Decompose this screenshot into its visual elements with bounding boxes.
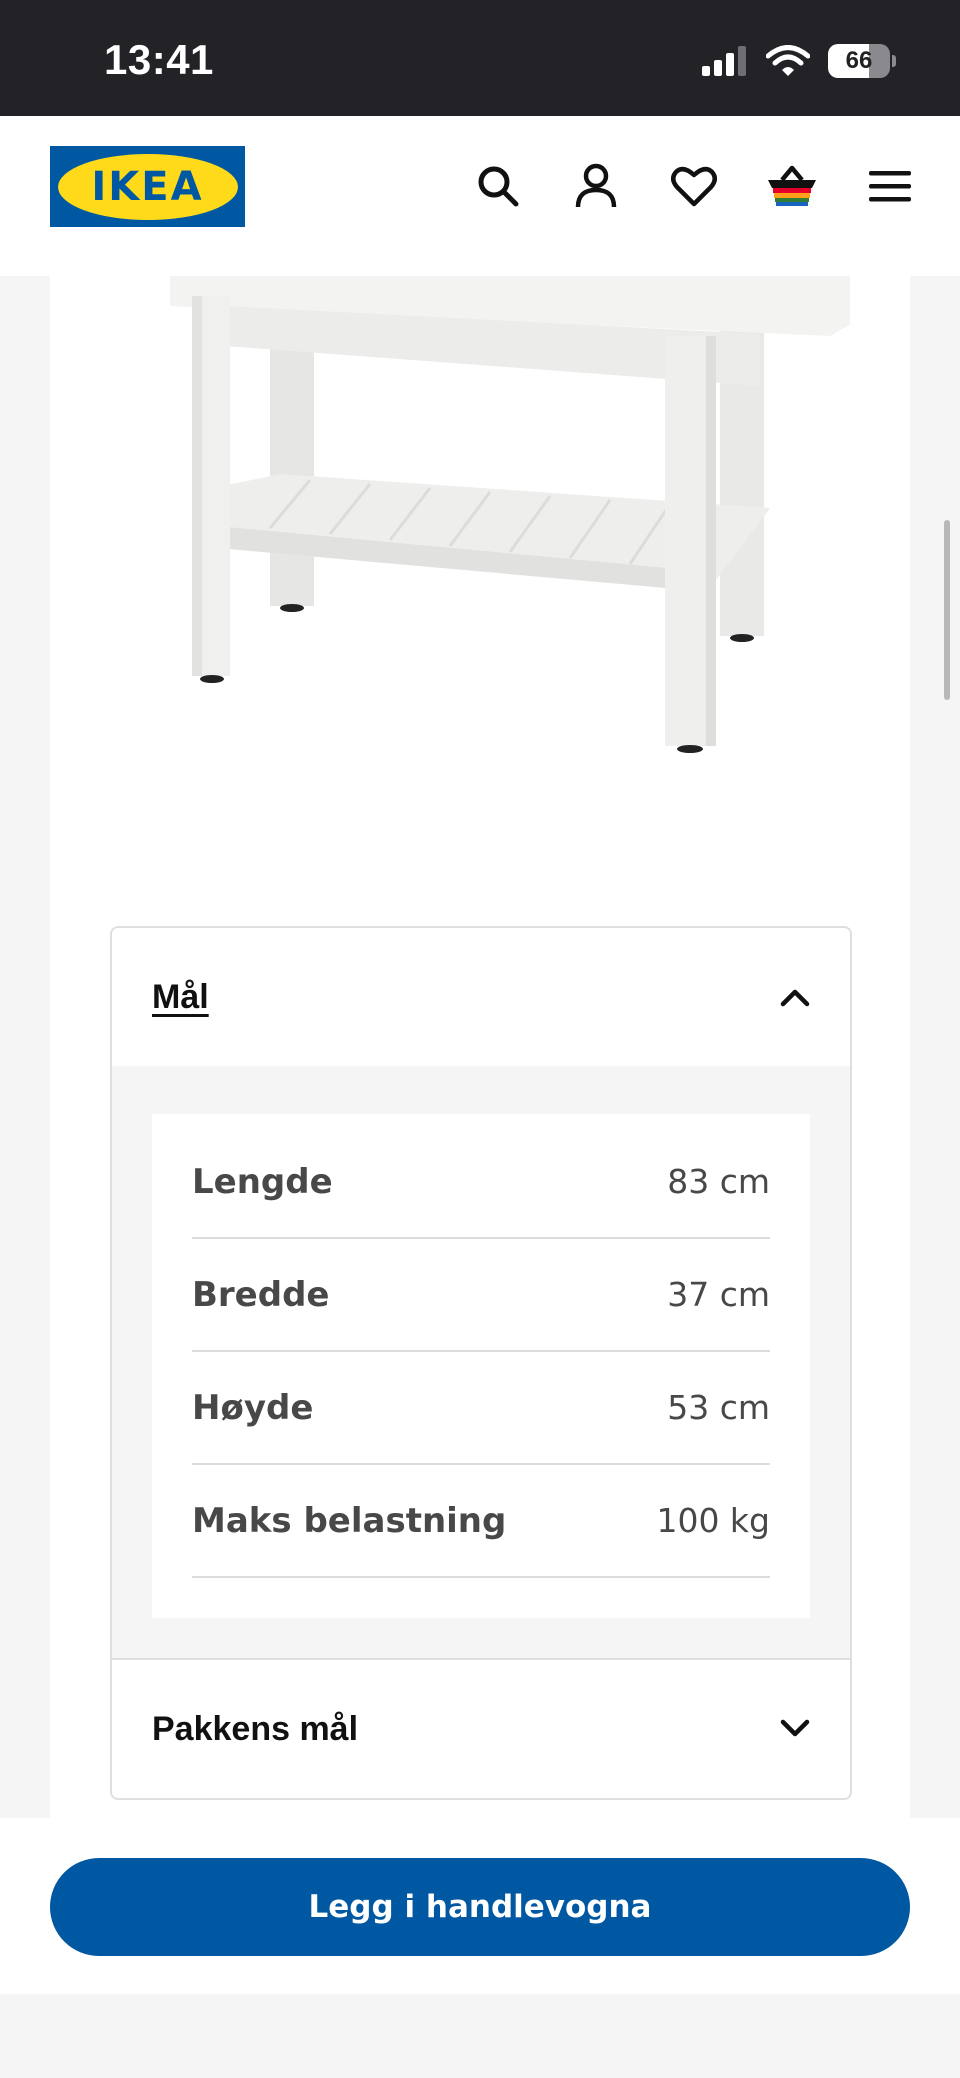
- account-button[interactable]: [566, 156, 626, 216]
- logo-oval: IKEA: [57, 153, 238, 220]
- dimension-row-max-load: Maks belastning 100 kg: [192, 1465, 770, 1578]
- header-icons: [468, 156, 920, 216]
- dimension-value: 37 cm: [667, 1275, 770, 1314]
- favourites-button[interactable]: [664, 156, 724, 216]
- dimensions-title: Mål: [152, 977, 209, 1016]
- dimensions-header[interactable]: Mål: [112, 928, 850, 1066]
- status-icons: 66: [702, 44, 896, 78]
- dimension-value: 100 kg: [656, 1501, 770, 1540]
- scrollbar-thumb[interactable]: [944, 520, 950, 700]
- package-dimensions-header[interactable]: Pakkens mål: [112, 1660, 850, 1798]
- dimension-label: Bredde: [192, 1274, 330, 1315]
- battery-level: 66: [828, 44, 890, 78]
- dimensions-accordion: Mål Lengde 83 cm Bredde 37 cm Høyde 53 c…: [110, 926, 852, 1800]
- battery-indicator: 66: [828, 44, 896, 78]
- cart-button-header[interactable]: [762, 156, 822, 216]
- dimension-value: 53 cm: [667, 1388, 770, 1427]
- dimension-row-height: Høyde 53 cm: [192, 1352, 770, 1465]
- ikea-logo[interactable]: IKEA: [50, 146, 245, 227]
- wifi-icon: [766, 45, 810, 76]
- dimensions-body: Lengde 83 cm Bredde 37 cm Høyde 53 cm Ma…: [112, 1066, 850, 1660]
- dimension-row-length: Lengde 83 cm: [192, 1126, 770, 1239]
- package-dimensions-title: Pakkens mål: [152, 1709, 359, 1748]
- heart-icon: [671, 166, 717, 207]
- cellular-signal-icon: [702, 46, 746, 76]
- dimension-label: Maks belastning: [192, 1500, 507, 1541]
- chevron-down-icon: [780, 1719, 810, 1737]
- menu-button[interactable]: [860, 156, 920, 216]
- site-header: IKEA: [0, 116, 960, 276]
- status-bar: 13:41 66: [0, 0, 960, 116]
- logo-text: IKEA: [91, 163, 204, 210]
- chevron-up-icon: [780, 989, 810, 1007]
- dimension-row-width: Bredde 37 cm: [192, 1239, 770, 1352]
- user-icon: [575, 163, 617, 208]
- search-button[interactable]: [468, 156, 528, 216]
- search-icon: [478, 166, 519, 207]
- product-content: Mål Lengde 83 cm Bredde 37 cm Høyde 53 c…: [50, 276, 910, 1818]
- status-time: 13:41: [104, 36, 214, 83]
- product-image[interactable]: [110, 276, 850, 796]
- bottom-action-bar: Legg i handlevogna: [0, 1818, 960, 1994]
- dimension-value: 83 cm: [667, 1162, 770, 1201]
- dimensions-card: Lengde 83 cm Bredde 37 cm Høyde 53 cm Ma…: [152, 1114, 810, 1618]
- dimension-label: Lengde: [192, 1161, 333, 1202]
- add-to-cart-button[interactable]: Legg i handlevogna: [50, 1858, 910, 1956]
- dimension-label: Høyde: [192, 1387, 314, 1428]
- menu-icon: [869, 171, 911, 202]
- basket-icon: [768, 165, 816, 206]
- battery-tip: [892, 55, 896, 67]
